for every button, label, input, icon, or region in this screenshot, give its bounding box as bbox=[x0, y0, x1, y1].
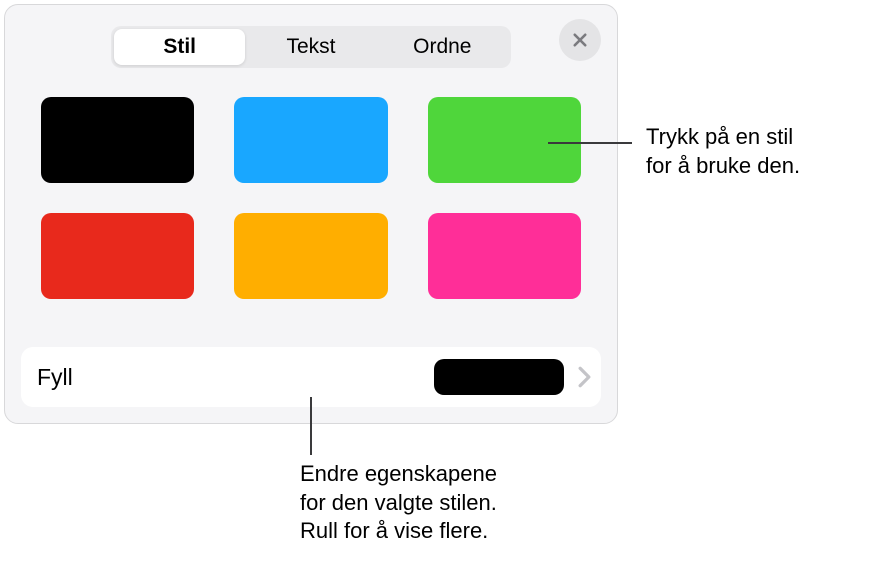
style-swatch[interactable] bbox=[41, 97, 194, 183]
tab-text[interactable]: Tekst bbox=[245, 29, 376, 65]
close-icon bbox=[571, 31, 589, 49]
tab-text-label: Tekst bbox=[286, 35, 335, 59]
style-swatch[interactable] bbox=[234, 213, 387, 299]
chevron-right-icon bbox=[578, 366, 591, 388]
tab-style-label: Stil bbox=[163, 35, 196, 59]
style-swatch[interactable] bbox=[234, 97, 387, 183]
tab-style[interactable]: Stil bbox=[114, 29, 245, 65]
style-swatch-grid bbox=[41, 97, 581, 299]
callout-text: Endre egenskapene for den valgte stilen.… bbox=[300, 460, 497, 546]
callout-connector bbox=[310, 397, 312, 455]
callout-text: Trykk på en stil for å bruke den. bbox=[646, 123, 800, 180]
tab-arrange-label: Ordne bbox=[413, 35, 471, 59]
fill-color-chip bbox=[434, 359, 564, 395]
style-swatch[interactable] bbox=[428, 97, 581, 183]
close-button[interactable] bbox=[559, 19, 601, 61]
callout-connector bbox=[548, 142, 632, 144]
tab-segmented-control: Stil Tekst Ordne bbox=[111, 26, 511, 68]
panel-header: Stil Tekst Ordne bbox=[5, 5, 617, 75]
style-swatch[interactable] bbox=[41, 213, 194, 299]
format-panel: Stil Tekst Ordne Fyll bbox=[4, 4, 618, 424]
fill-label: Fyll bbox=[37, 364, 73, 391]
tab-arrange[interactable]: Ordne bbox=[377, 29, 508, 65]
style-swatch[interactable] bbox=[428, 213, 581, 299]
